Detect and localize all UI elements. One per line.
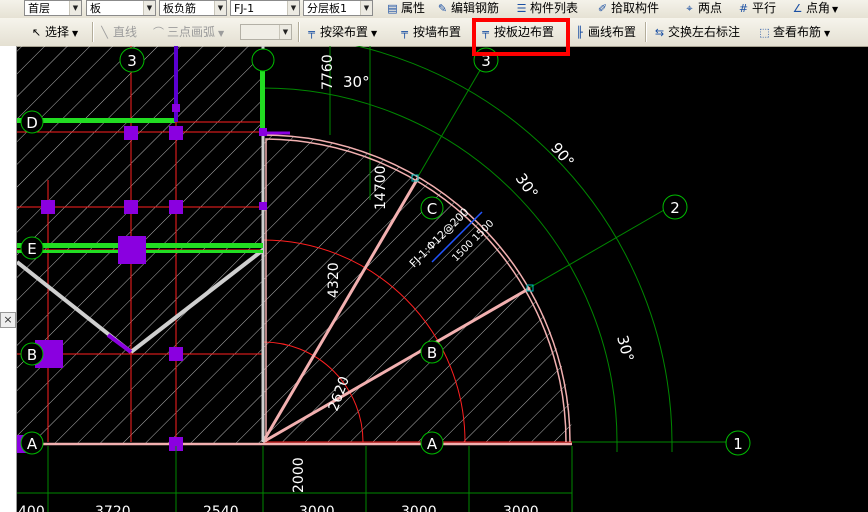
- dim-label: 7760: [320, 54, 336, 90]
- axis-label: B: [27, 346, 37, 364]
- axis-label: 3: [127, 52, 137, 70]
- dim-label: 4320: [326, 262, 342, 298]
- dim-label: 3720: [95, 504, 131, 512]
- dim-ticks: [47, 442, 673, 512]
- axis-label: D: [26, 114, 38, 132]
- axis-label: E: [27, 240, 36, 258]
- axis-label: C: [427, 200, 437, 218]
- axis-label: A: [27, 435, 38, 453]
- dim-label: 14700: [373, 165, 389, 210]
- dim-label: 2540: [203, 504, 239, 512]
- angle-label: 30°: [343, 73, 370, 91]
- dim-label: 2000: [291, 457, 307, 493]
- highlight-box: [472, 18, 570, 56]
- axis-label: 2: [670, 199, 680, 217]
- dim-label: 3000: [299, 504, 335, 512]
- dim-label: 3000: [503, 504, 539, 512]
- angle-label: 30°: [613, 333, 637, 363]
- axis-label: 1: [733, 435, 743, 453]
- axis-label: B: [427, 344, 437, 362]
- axis-bubble: [251, 48, 275, 72]
- dim-label: 3000: [401, 504, 437, 512]
- drawing-canvas[interactable]: FJ-1:Φ12@200 1500 1500 30° 90° 30° 30° 7…: [0, 0, 868, 512]
- angle-label: 30°: [512, 170, 542, 202]
- dim-label: 400: [18, 504, 45, 512]
- angle-label: 90°: [547, 139, 578, 171]
- axis-label: A: [427, 435, 438, 453]
